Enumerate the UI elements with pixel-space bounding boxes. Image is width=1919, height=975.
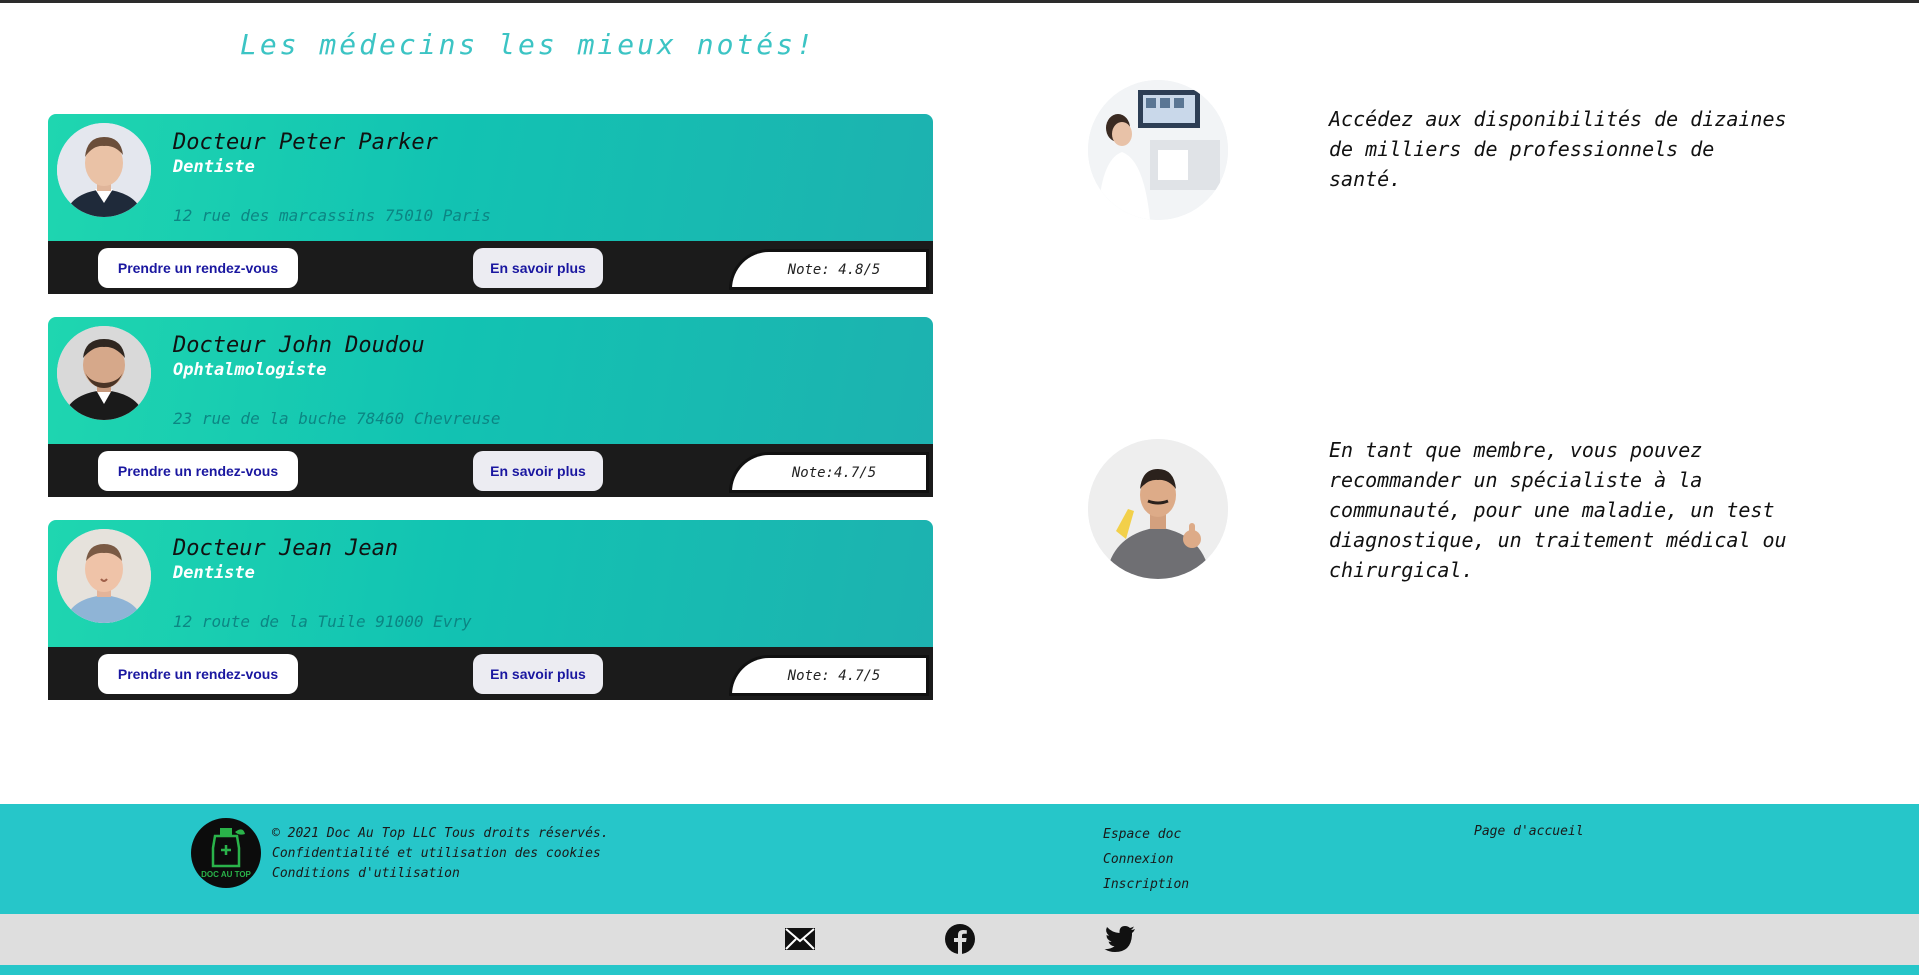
cookies-link[interactable]: Confidentialité et utilisation des cooki… — [272, 844, 609, 864]
doctor-address: 12 rue des marcassins 75010 Paris — [173, 206, 491, 225]
clinic-photo — [1088, 80, 1228, 220]
doctor-address: 23 rue de la buche 78460 Chevreuse — [173, 409, 501, 428]
doctor-specialty: Ophtalmologiste — [173, 360, 327, 380]
section-title: Les médecins les mieux notés! — [240, 28, 816, 61]
rating-badge: Note:4.7/5 — [729, 452, 929, 493]
social-bar — [0, 914, 1919, 965]
doctor-card: Docteur Peter Parker Dentiste 12 rue des… — [48, 114, 933, 294]
doctor-card-actions: Prendre un rendez-vous En savoir plus No… — [48, 241, 933, 294]
doctor-avatar — [57, 529, 151, 623]
appointment-button[interactable]: Prendre un rendez-vous — [98, 451, 298, 491]
logo-text: DOC AU TOP — [201, 870, 251, 879]
top-border — [0, 0, 1919, 3]
doctor-avatar — [57, 123, 151, 217]
doctor-card-header: Docteur John Doudou Ophtalmologiste 23 r… — [48, 317, 933, 444]
doctor-name: Docteur John Doudou — [173, 333, 425, 358]
footer-link-connexion[interactable]: Connexion — [1103, 847, 1189, 872]
twitter-icon[interactable] — [1103, 922, 1137, 956]
more-info-button[interactable]: En savoir plus — [473, 654, 603, 694]
doctor-card-actions: Prendre un rendez-vous En savoir plus No… — [48, 647, 933, 700]
appointment-button[interactable]: Prendre un rendez-vous — [98, 654, 298, 694]
doctor-specialty: Dentiste — [173, 563, 255, 583]
footer-links: Espace doc Connexion Inscription — [1103, 822, 1189, 897]
footer-link-inscription[interactable]: Inscription — [1103, 872, 1189, 897]
doctor-card-header: Docteur Jean Jean Dentiste 12 route de l… — [48, 520, 933, 647]
more-info-button[interactable]: En savoir plus — [473, 451, 603, 491]
copyright-text: © 2021 Doc Au Top LLC Tous droits réserv… — [272, 826, 609, 841]
doctor-card-actions: Prendre un rendez-vous En savoir plus No… — [48, 444, 933, 497]
doctor-name: Docteur Jean Jean — [173, 536, 399, 561]
doctor-card: Docteur John Doudou Ophtalmologiste 23 r… — [48, 317, 933, 497]
footer-legal: © 2021 Doc Au Top LLC Tous droits réserv… — [272, 824, 609, 884]
facebook-icon[interactable] — [943, 922, 977, 956]
brand-logo[interactable]: DOC AU TOP — [191, 818, 261, 888]
doctor-card: Docteur Jean Jean Dentiste 12 route de l… — [48, 520, 933, 700]
feature-text: En tant que membre, vous pouvez recomman… — [1329, 438, 1787, 582]
doctor-specialty: Dentiste — [173, 157, 255, 177]
appointment-button[interactable]: Prendre un rendez-vous — [98, 248, 298, 288]
footer: DOC AU TOP © 2021 Doc Au Top LLC Tous dr… — [0, 804, 1919, 914]
doctor-address: 12 route de la Tuile 91000 Evry — [173, 612, 472, 631]
member-photo — [1088, 439, 1228, 579]
footer-link-home[interactable]: Page d'accueil — [1474, 822, 1584, 842]
footer-links-secondary: Page d'accueil — [1474, 822, 1584, 842]
doctor-avatar — [57, 326, 151, 420]
rating-badge: Note: 4.7/5 — [729, 655, 929, 696]
mail-icon[interactable] — [783, 922, 817, 956]
doctor-name: Docteur Peter Parker — [173, 130, 438, 155]
feature-text: Accédez aux disponibilités de dizaines d… — [1329, 107, 1787, 191]
bottom-strip — [0, 965, 1919, 975]
terms-link[interactable]: Conditions d'utilisation — [272, 864, 609, 884]
more-info-button[interactable]: En savoir plus — [473, 248, 603, 288]
doctor-card-header: Docteur Peter Parker Dentiste 12 rue des… — [48, 114, 933, 241]
rating-badge: Note: 4.8/5 — [729, 249, 929, 290]
footer-link-espace-doc[interactable]: Espace doc — [1103, 822, 1189, 847]
